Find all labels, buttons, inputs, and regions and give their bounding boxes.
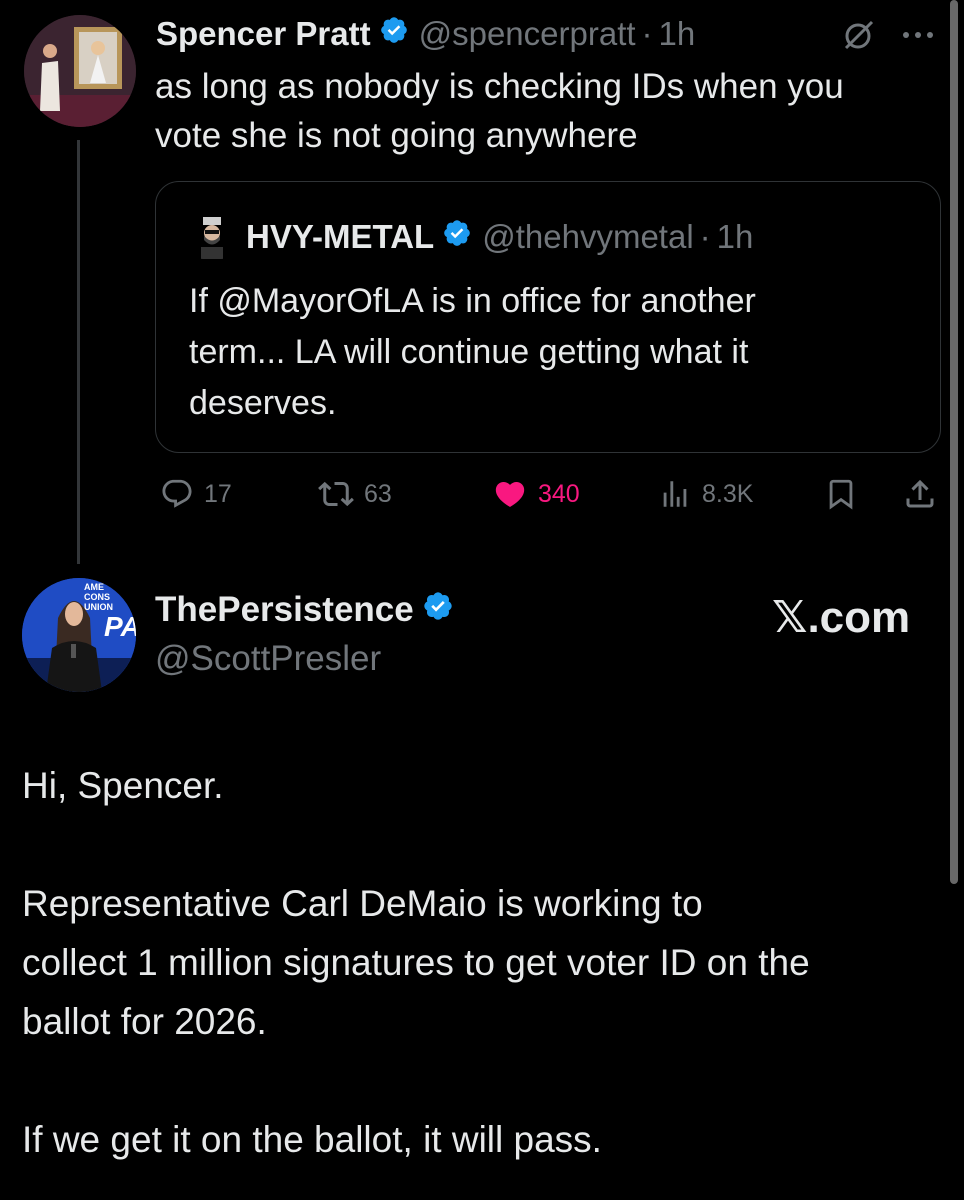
repost-button[interactable]: 63 — [318, 474, 392, 514]
thread-line — [77, 140, 80, 564]
reply-count: 17 — [204, 479, 232, 508]
svg-text:PA: PA — [104, 611, 136, 642]
quote-author-name[interactable]: HVY-METAL — [246, 218, 434, 256]
like-button[interactable]: 340 — [492, 474, 580, 514]
repost-icon — [318, 481, 354, 507]
views-icon — [663, 481, 687, 507]
reply-author-name[interactable]: ThePersistence — [155, 590, 414, 630]
svg-text:CONS: CONS — [84, 592, 110, 602]
dot-separator: · — [699, 218, 711, 255]
author-name[interactable]: Spencer Pratt — [156, 15, 371, 53]
reply-paragraph: Hi, Spencer. — [22, 765, 224, 806]
persistence-avatar[interactable]: AME CONS UNION PA — [22, 578, 136, 692]
reply-paragraph: If we get it on the ballot, it will pass… — [22, 1119, 602, 1160]
tweet-header: Spencer Pratt @spencerpratt · 1h — [156, 12, 695, 56]
like-count: 340 — [538, 479, 580, 508]
tweet-text: as long as nobody is checking IDs when y… — [155, 62, 844, 160]
quote-header: HVY-METAL @thehvymetal · 1h — [246, 216, 753, 258]
quote-handle[interactable]: @thehvymetal — [482, 218, 693, 256]
bookmark-icon — [829, 479, 853, 510]
share-icon — [906, 479, 934, 508]
more-icon[interactable] — [900, 28, 936, 46]
share-button[interactable] — [902, 474, 938, 514]
reply-button[interactable]: 17 — [160, 474, 232, 514]
quote-text-line: If @MayorOfLA is in office for another — [189, 282, 756, 320]
scrollbar[interactable] — [950, 0, 958, 884]
reply-text-line: ballot for 2026. — [22, 1001, 267, 1042]
views-count: 8.3K — [702, 479, 754, 508]
reply-text-line: Representative Carl DeMaio is working to — [22, 883, 703, 924]
tweet-time[interactable]: 1h — [659, 15, 696, 53]
quote-text-line: deserves. — [189, 384, 337, 422]
verified-badge-icon — [442, 218, 472, 256]
dot-separator: · — [641, 15, 653, 52]
tweet-text-line: vote she is not going anywhere — [155, 116, 638, 155]
quote-text-line: term... LA will continue getting what it — [189, 333, 749, 371]
reply-body: Hi, Spencer. Representative Carl DeMaio … — [22, 756, 810, 1169]
repost-count: 63 — [364, 479, 392, 508]
verified-badge-icon — [379, 15, 409, 53]
author-handle[interactable]: @spencerpratt — [419, 15, 636, 53]
verified-badge-icon — [422, 590, 454, 631]
reply-header: ThePersistence — [155, 586, 454, 634]
spencer-avatar[interactable] — [24, 15, 136, 127]
bookmark-button[interactable] — [824, 474, 858, 514]
reply-icon — [162, 479, 192, 508]
hvy-metal-avatar[interactable] — [195, 213, 229, 259]
reply-text-line: collect 1 million signatures to get vote… — [22, 942, 810, 983]
grok-icon[interactable] — [842, 18, 876, 57]
heart-icon — [495, 481, 525, 507]
reply-handle[interactable]: @ScottPresler — [155, 636, 381, 682]
quote-time[interactable]: 1h — [717, 218, 754, 256]
tweet-text-line: as long as nobody is checking IDs when y… — [155, 67, 844, 106]
quote-text: If @MayorOfLA is in office for another t… — [189, 276, 756, 429]
svg-text:AME: AME — [84, 582, 104, 592]
views-button[interactable]: 8.3K — [658, 474, 753, 514]
x-com-watermark: 𝕏.com — [772, 593, 911, 642]
